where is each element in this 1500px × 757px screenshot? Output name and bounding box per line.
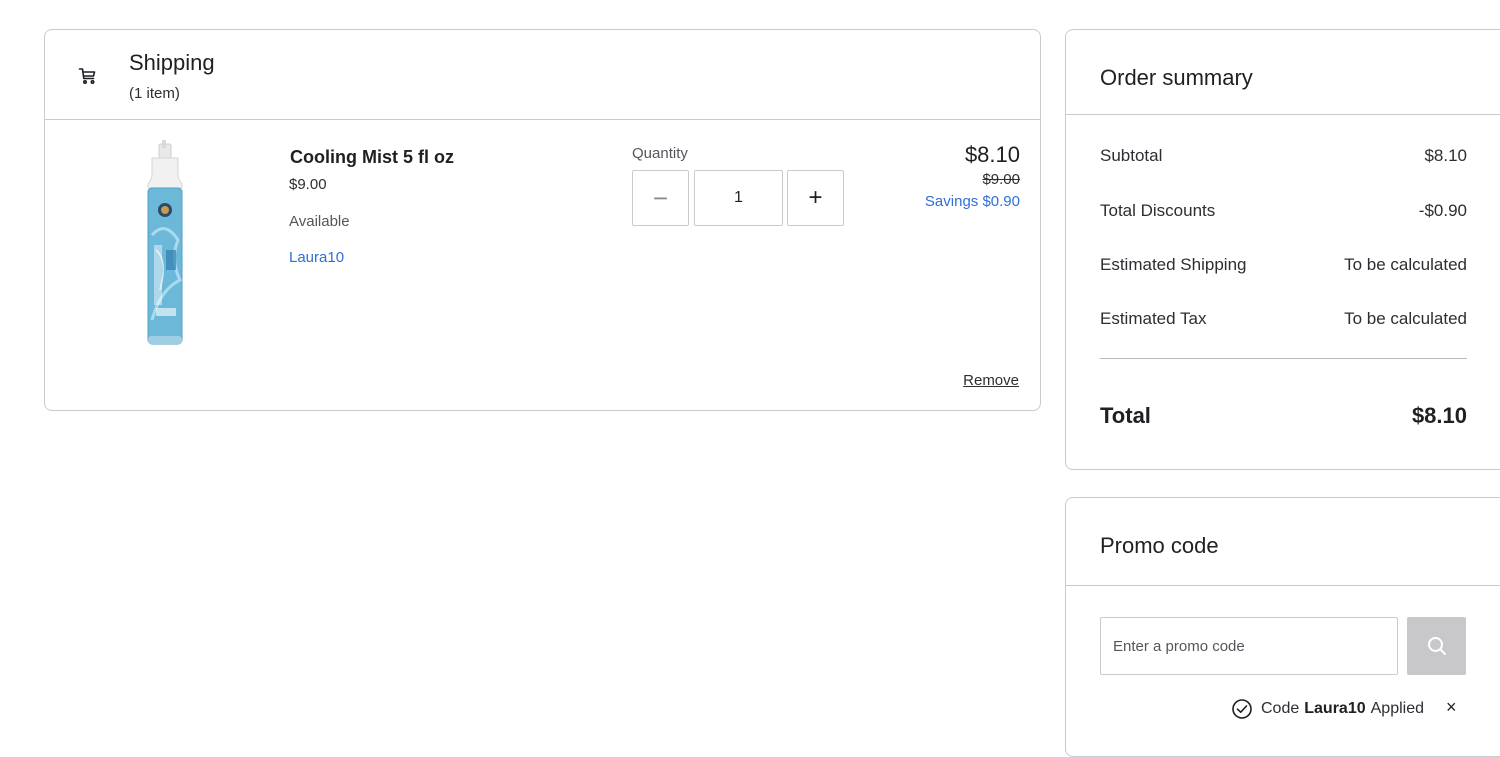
summary-row-label: Estimated Tax: [1100, 309, 1207, 328]
shipping-title: Shipping: [129, 50, 215, 75]
summary-row-value: To be calculated: [1344, 309, 1467, 328]
original-price: $9.00: [982, 171, 1020, 188]
remove-item-link[interactable]: Remove: [963, 372, 1019, 389]
remove-promo-button[interactable]: ×: [1446, 697, 1457, 718]
total-value: $8.10: [1411, 403, 1467, 428]
savings-amount: Savings $0.90: [924, 193, 1020, 210]
promo-code-header: Promo code: [1066, 498, 1500, 586]
summary-row-value: -$0.90: [1418, 201, 1467, 220]
applied-promo-code-label: Laura10: [289, 249, 345, 266]
cart-icon: [78, 68, 96, 85]
summary-row-label: Estimated Shipping: [1100, 255, 1247, 274]
promo-code-title: Promo code: [1100, 533, 1219, 558]
order-summary-title: Order summary: [1100, 65, 1253, 90]
order-summary-card: Order summary Subtotal $8.10 Total Disco…: [1065, 29, 1500, 470]
promo-code-input[interactable]: [1100, 617, 1398, 675]
summary-row-label: Subtotal: [1100, 146, 1163, 165]
total-label: Total: [1100, 403, 1151, 428]
search-icon: [1427, 637, 1446, 655]
applied-code: Laura10: [1304, 700, 1366, 717]
promo-code-card: Promo code Code Laura10 Applied ×: [1065, 497, 1500, 757]
shipping-card: Shipping (1 item) Cooling Mist 5 fl oz $…: [44, 29, 1041, 411]
summary-row-label: Total Discounts: [1100, 201, 1216, 220]
availability-status: Available: [289, 213, 350, 230]
order-summary-header: Order summary: [1066, 30, 1500, 115]
summary-divider: [1100, 358, 1467, 359]
summary-row-value: To be calculated: [1344, 255, 1467, 274]
promo-applied-status: Code Laura10 Applied: [1231, 698, 1424, 720]
check-circle-icon: [1232, 699, 1252, 719]
quantity-decrement-button[interactable]: −: [632, 170, 689, 226]
line-price: $8.10: [964, 142, 1020, 167]
product-unit-price: $9.00: [289, 176, 327, 193]
shipping-item-count: (1 item): [129, 85, 180, 102]
product-name[interactable]: Cooling Mist 5 fl oz: [290, 147, 454, 168]
quantity-increment-button[interactable]: +: [787, 170, 844, 226]
product-image[interactable]: [130, 140, 200, 350]
quantity-label: Quantity: [632, 145, 688, 162]
applied-suffix: Applied: [1370, 700, 1424, 717]
quantity-input[interactable]: [694, 170, 783, 226]
promo-apply-button[interactable]: [1407, 617, 1466, 675]
shipping-header: Shipping (1 item): [45, 30, 1040, 120]
summary-row-value: $8.10: [1424, 146, 1467, 165]
applied-prefix: Code: [1261, 700, 1300, 717]
